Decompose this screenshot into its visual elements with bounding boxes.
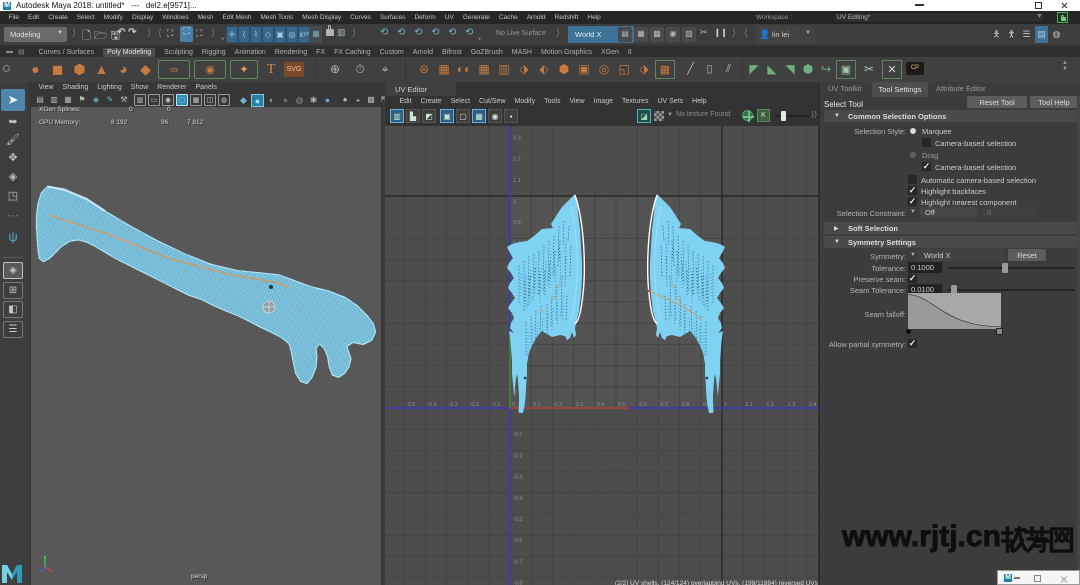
svg-text:1.3: 1.3: [788, 402, 796, 408]
svg-text:1.4: 1.4: [809, 402, 817, 408]
svg-text:-0.1: -0.1: [491, 402, 500, 408]
svg-text:-0.8: -0.8: [513, 581, 522, 585]
svg-text:1: 1: [513, 199, 516, 205]
svg-text:1.1: 1.1: [513, 178, 521, 184]
svg-text:-0.6: -0.6: [513, 538, 522, 544]
svg-text:0.8: 0.8: [682, 402, 690, 408]
svg-text:1.1: 1.1: [745, 402, 753, 408]
svg-text:-0.5: -0.5: [513, 517, 522, 523]
svg-text:-0.1: -0.1: [513, 432, 522, 438]
svg-text:1.2: 1.2: [513, 157, 521, 163]
svg-text:1: 1: [724, 402, 727, 408]
svg-text:-0.7: -0.7: [513, 559, 522, 565]
svg-text:0.5: 0.5: [618, 402, 626, 408]
svg-text:-0.2: -0.2: [513, 453, 522, 459]
svg-text:0.7: 0.7: [660, 402, 668, 408]
svg-text:-0.4: -0.4: [513, 496, 522, 502]
svg-text:0.1: 0.1: [533, 402, 541, 408]
svg-text:-0.5: -0.5: [406, 402, 415, 408]
svg-text:-0.2: -0.2: [470, 402, 479, 408]
svg-text:-0.3: -0.3: [513, 475, 522, 481]
svg-text:-0.3: -0.3: [448, 402, 457, 408]
svg-text:0.2: 0.2: [554, 402, 562, 408]
svg-text:1.3: 1.3: [513, 135, 521, 141]
svg-text:0.9: 0.9: [513, 220, 521, 226]
svg-text:-0.4: -0.4: [427, 402, 436, 408]
svg-text:0.3: 0.3: [576, 402, 584, 408]
svg-text:0.4: 0.4: [597, 402, 605, 408]
svg-text:0.6: 0.6: [639, 402, 647, 408]
svg-text:0: 0: [512, 402, 515, 408]
svg-text:1.2: 1.2: [766, 402, 774, 408]
